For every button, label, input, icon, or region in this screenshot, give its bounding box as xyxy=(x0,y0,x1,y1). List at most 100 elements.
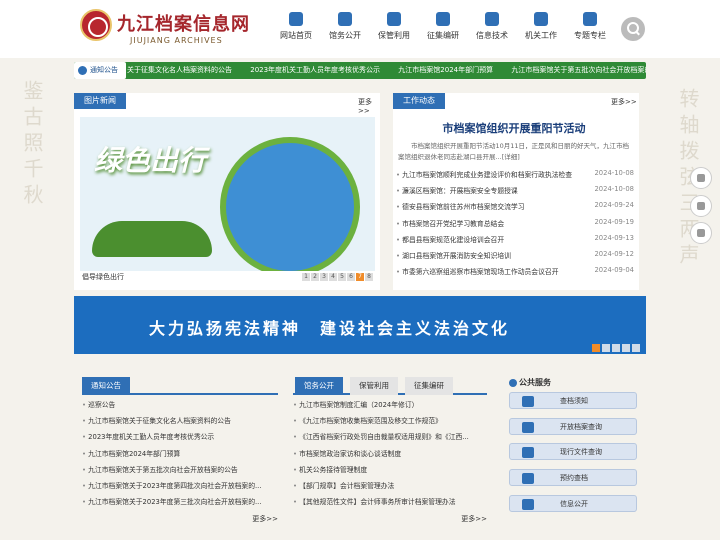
building-icon xyxy=(338,12,352,26)
globe-image xyxy=(220,137,360,277)
work-news-list: 九江市档案馆顺利完成业务建设评价和档案行政执法检查2024-10-08 濂溪区档… xyxy=(396,169,634,282)
nav-storage[interactable]: 保管利用 xyxy=(370,12,418,41)
bulb-icon xyxy=(534,12,548,26)
service-button[interactable]: 信息公开 xyxy=(509,494,637,512)
list-item[interactable]: 都昌县档案规范化建设培训会召开2024-09-13 xyxy=(396,234,634,250)
car-icon xyxy=(522,396,534,407)
pager-dot[interactable]: 6 xyxy=(347,273,355,281)
pager-dot[interactable]: 5 xyxy=(338,273,346,281)
notice-ticker: 关于征集文化名人档案资料的公告 2023年度机关工勤人员年度考核优秀公示 九江市… xyxy=(74,62,646,79)
nav-tech[interactable]: 信息技术 xyxy=(468,12,516,41)
list-item[interactable]: 濂溪区档案馆：开展档案安全专题授课2024-10-08 xyxy=(396,185,634,201)
tab-affairs[interactable]: 馆务公开 xyxy=(295,377,343,395)
ticker-item[interactable]: 九江市档案馆2024年部门预算 xyxy=(398,66,493,74)
service-button[interactable]: 预约查档 xyxy=(509,469,637,487)
book-icon xyxy=(436,12,450,26)
list-item[interactable]: 市委第六巡察组巡察市档案馆现场工作动员会议召开2024-09-04 xyxy=(396,266,634,282)
nav-office[interactable]: 机关工作 xyxy=(517,12,565,41)
service-button[interactable]: 现行文件查询 xyxy=(509,443,637,461)
list-item[interactable]: 九江市档案馆关于征集文化名人档案资料的公告 xyxy=(82,415,278,431)
nav-collection[interactable]: 征集编研 xyxy=(419,12,467,41)
monitor-icon xyxy=(387,12,401,26)
list-item[interactable]: 市档案馆召开党纪学习教育总结会2024-09-19 xyxy=(396,218,634,234)
logo[interactable] xyxy=(80,9,112,41)
brand-subtitle: JIUJIANG ARCHIVES xyxy=(130,36,223,45)
pager-dot[interactable]: 8 xyxy=(365,273,373,281)
pager-dot[interactable]: 2 xyxy=(311,273,319,281)
nav-home[interactable]: 网站首页 xyxy=(272,12,320,41)
wechat-icon[interactable] xyxy=(690,195,712,217)
headline-summary: 市档案馆组织开展重阳节活动10月11日，正是风和日丽的好天气，九江市档案馆组织退… xyxy=(398,142,630,161)
phone-icon xyxy=(522,498,534,510)
nav-topics[interactable]: 专题专栏 xyxy=(566,12,614,41)
services-title: 公共服务 xyxy=(509,374,637,392)
list-item[interactable]: 九江市档案馆2024年部门预算 xyxy=(82,448,278,464)
service-button[interactable]: 查档须知 xyxy=(509,392,637,409)
public-services: 公共服务 查档须知 开放档案查询 现行文件查询 预约查档 信息公开 xyxy=(509,374,637,520)
list-item[interactable]: 湖口县档案馆开展消防安全知识培训2024-09-12 xyxy=(396,250,634,266)
banner-pager xyxy=(590,344,640,352)
pager-dot[interactable]: 3 xyxy=(320,273,328,281)
list-item[interactable]: 《九江市档案馆收集档案范围及移交工作规范》 xyxy=(293,415,487,431)
nav-affairs[interactable]: 馆务公开 xyxy=(321,12,369,41)
folder-icon xyxy=(522,421,534,433)
pager-dot[interactable]: 4 xyxy=(329,273,337,281)
main-nav: 网站首页 馆务公开 保管利用 征集编研 信息技术 机关工作 专题专栏 xyxy=(272,12,615,41)
work-news-title: 工作动态 xyxy=(393,93,445,109)
list-item[interactable]: 九江市档案馆制度汇编（2024年修订） xyxy=(293,399,487,415)
photo-slide[interactable]: 绿色出行 倡导绿色出行 1 2 3 4 5 6 7 8 xyxy=(80,117,375,283)
tabs-more[interactable]: 更多>> xyxy=(293,514,487,524)
list-item[interactable]: 2023年度机关工勤人员年度考核优秀公示 xyxy=(82,431,278,447)
list-item[interactable]: 九江市档案馆顺利完成业务建设评价和档案行政执法检查2024-10-08 xyxy=(396,169,634,185)
person-icon xyxy=(485,12,499,26)
list-item[interactable]: 德安县档案馆前往苏州市档案馆交流学习2024-09-24 xyxy=(396,201,634,217)
pager-dot-active[interactable]: 7 xyxy=(356,273,364,281)
banner-dot-active[interactable] xyxy=(592,344,600,352)
list-item[interactable]: 【其他规范性文件】会计师事务所审计档案管理办法 xyxy=(293,496,487,512)
back-to-top-icon[interactable] xyxy=(690,222,712,244)
list-item[interactable]: 市档案馆政治家访和谈心谈话制度 xyxy=(293,448,487,464)
photo-news-title: 图片新闻 xyxy=(74,93,126,109)
ticker-item[interactable]: 关于征集文化名人档案资料的公告 xyxy=(127,66,232,74)
calligraphy-left: 鉴古照千秋 xyxy=(20,80,44,210)
notice-title: 通知公告 xyxy=(82,377,130,395)
banner-dot[interactable] xyxy=(612,344,620,352)
notice-column: 通知公告 巡察公告 九江市档案馆关于征集文化名人档案资料的公告 2023年度机关… xyxy=(82,377,278,524)
ticker-item[interactable]: 九江市档案馆关于第五批次向社会开放档案的公告 xyxy=(511,66,646,74)
eye-icon xyxy=(522,447,534,459)
tabbed-column: 馆务公开 保管利用 征集编研 九江市档案馆制度汇编（2024年修订） 《九江市档… xyxy=(293,377,487,524)
banner-dot[interactable] xyxy=(602,344,610,352)
search-button[interactable] xyxy=(621,17,645,41)
home-icon xyxy=(289,12,303,26)
target-icon xyxy=(522,473,534,485)
list-item[interactable]: 机关公务接待管理制度 xyxy=(293,464,487,480)
service-button[interactable]: 开放档案查询 xyxy=(509,417,637,435)
photo-news-more[interactable]: 更多>> xyxy=(358,97,380,115)
banner-text: 大力弘扬宪法精神 建设社会主义法治文化 xyxy=(149,319,511,338)
promo-banner[interactable]: 大力弘扬宪法精神 建设社会主义法治文化 xyxy=(74,296,646,354)
banner-dot[interactable] xyxy=(622,344,630,352)
car-image xyxy=(92,221,212,257)
brand-title[interactable]: 九江档案信息网 xyxy=(117,10,250,36)
ticker-items: 关于征集文化名人档案资料的公告 2023年度机关工勤人员年度考核优秀公示 九江市… xyxy=(127,62,646,79)
pager-dot[interactable]: 1 xyxy=(302,273,310,281)
ticker-item[interactable]: 2023年度机关工勤人员年度考核优秀公示 xyxy=(250,66,380,74)
mobile-icon[interactable] xyxy=(690,167,712,189)
work-news-more[interactable]: 更多>> xyxy=(611,97,637,107)
ticker-label: 通知公告 xyxy=(74,62,126,79)
tab-storage[interactable]: 保管利用 xyxy=(350,377,398,395)
list-item[interactable]: 【部门规章】会计档案管理办法 xyxy=(293,480,487,496)
notice-more[interactable]: 更多>> xyxy=(82,514,278,524)
banner-dot[interactable] xyxy=(632,344,640,352)
tab-collection[interactable]: 征集编研 xyxy=(405,377,453,395)
list-item[interactable]: 《江西省档案行政处罚自由裁量权适用规则》和《江西... xyxy=(293,431,487,447)
headline[interactable]: 市档案馆组织开展重阳节活动 xyxy=(398,120,630,136)
list-item[interactable]: 九江市档案馆关于2023年度第三批次向社会开放档案的... xyxy=(82,496,278,512)
list-item[interactable]: 九江市档案馆关于第五批次向社会开放档案的公告 xyxy=(82,464,278,480)
screen-icon xyxy=(583,12,597,26)
header: 九江档案信息网 JIUJIANG ARCHIVES 网站首页 馆务公开 保管利用… xyxy=(0,0,720,58)
photo-slogan: 绿色出行 xyxy=(94,144,207,177)
list-item[interactable]: 巡察公告 xyxy=(82,399,278,415)
photo-pager: 1 2 3 4 5 6 7 8 xyxy=(301,273,373,281)
list-item[interactable]: 九江市档案馆关于2023年度第四批次向社会开放档案的... xyxy=(82,480,278,496)
